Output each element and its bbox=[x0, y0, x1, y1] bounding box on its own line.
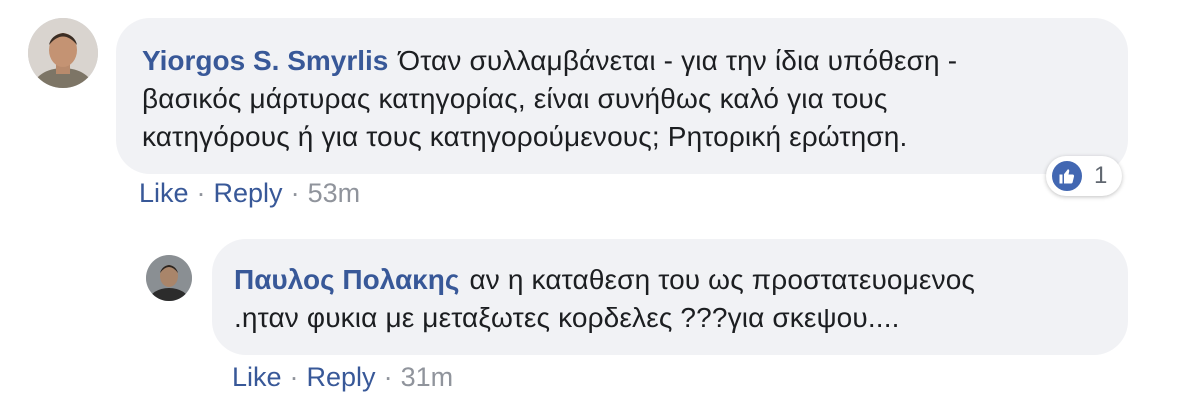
reply-text: αν η καταθεση του ως προστατευομενος bbox=[469, 264, 976, 295]
reply-button[interactable]: Reply bbox=[307, 362, 376, 392]
comment-bubble: Yiorgos S. Smyrlis Όταν συλλαμβάνεται - γ… bbox=[116, 18, 1128, 174]
like-button[interactable]: Like bbox=[139, 178, 189, 208]
avatar-photo-icon bbox=[28, 18, 98, 88]
separator: · bbox=[196, 178, 206, 208]
reply-button[interactable]: Reply bbox=[214, 178, 283, 208]
reply-actions: Like · Reply · 31m bbox=[232, 362, 453, 393]
reply-text: .ηταν φυκια με μεταξωτες κορδελες ???για… bbox=[234, 302, 900, 333]
avatar-photo-icon bbox=[146, 255, 192, 301]
reply-bubble: Παυλος Πολακης αν η καταθεση του ως προστ… bbox=[212, 239, 1128, 355]
thumbs-up-icon bbox=[1050, 159, 1084, 193]
reaction-summary[interactable]: 1 bbox=[1046, 156, 1122, 196]
comment-line: Yiorgos S. Smyrlis Όταν συλλαμβάνεται - γ… bbox=[142, 42, 1102, 80]
comment-text: κατηγόρους ή για τους κατηγορούμενους; Ρ… bbox=[142, 121, 908, 152]
comment-timestamp[interactable]: 53m bbox=[308, 178, 361, 208]
comment-thread: Yiorgos S. Smyrlis Όταν συλλαμβάνεται - γ… bbox=[0, 0, 1200, 412]
comment-text: Όταν συλλαμβάνεται - για την ίδια υπόθεσ… bbox=[398, 45, 958, 76]
reply-avatar[interactable] bbox=[146, 255, 192, 301]
comment-author-link[interactable]: Yiorgos S. Smyrlis bbox=[142, 45, 388, 76]
like-button[interactable]: Like bbox=[232, 362, 282, 392]
reply-timestamp[interactable]: 31m bbox=[401, 362, 454, 392]
comment-actions: Like · Reply · 53m bbox=[139, 178, 360, 209]
comment-text: βασικός μάρτυρας κατηγορίας, είναι συνήθ… bbox=[142, 83, 888, 114]
reaction-count: 1 bbox=[1094, 162, 1108, 189]
commenter-avatar[interactable] bbox=[28, 18, 98, 88]
reply-line: Παυλος Πολακης αν η καταθεση του ως προστ… bbox=[234, 261, 1104, 299]
reply-author-link[interactable]: Παυλος Πολακης bbox=[234, 264, 459, 295]
separator: · bbox=[290, 178, 300, 208]
separator: · bbox=[289, 362, 299, 392]
separator: · bbox=[383, 362, 393, 392]
